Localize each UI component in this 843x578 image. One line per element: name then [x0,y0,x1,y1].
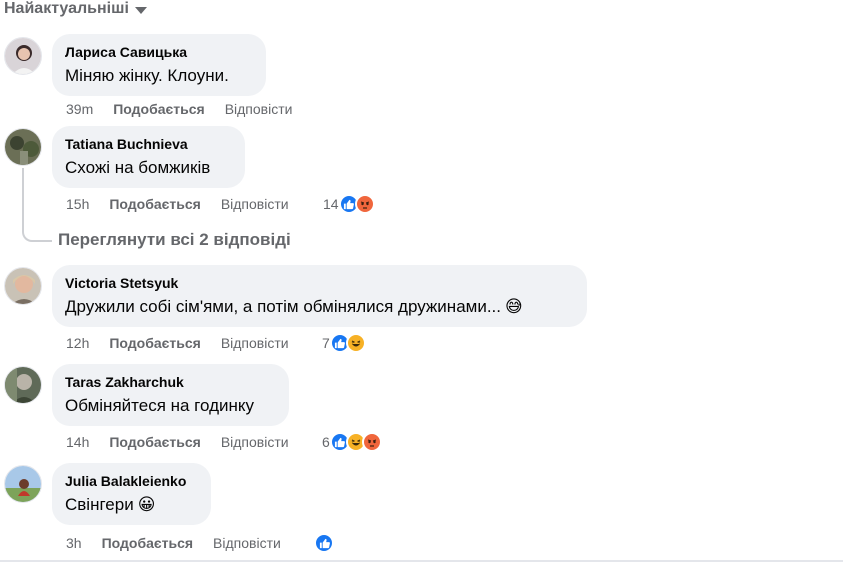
reply-button[interactable]: Відповісти [221,434,289,450]
grinning-sweat-emoji: 😅 [505,297,523,316]
sort-label: Найактуальніші [4,0,129,17]
comment-author[interactable]: Julia Balakleienko [65,472,198,490]
avatar[interactable] [4,465,42,503]
sort-dropdown[interactable]: Найактуальніші [4,0,147,20]
reaction-count: 6 [322,434,330,450]
caret-down-icon [134,6,147,14]
comment-time[interactable]: 14h [66,434,89,450]
like-button[interactable]: Подобається [109,196,200,212]
view-replies-link[interactable]: Переглянути всі 2 відповіді [58,230,291,250]
like-button[interactable]: Подобається [109,434,200,450]
angry-reaction-icon [361,432,382,452]
grinning-emoji: 😀 [137,495,156,514]
angry-reaction-icon [354,194,375,214]
reaction-summary[interactable]: 14 [323,194,375,214]
reaction-summary[interactable] [314,533,334,553]
comment-bubble: Victoria Stetsyuk Дружили собі сім'ями, … [52,265,587,327]
comment-time[interactable]: 12h [66,335,89,351]
like-button[interactable]: Подобається [102,535,193,551]
avatar[interactable] [4,267,42,305]
haha-reaction-icon [345,333,366,353]
comment-time[interactable]: 15h [66,196,89,212]
reply-button[interactable]: Відповісти [213,535,281,551]
reaction-count: 14 [323,196,339,212]
thread-connector [22,228,52,242]
avatar[interactable] [4,366,42,404]
comment-author[interactable]: Tatiana Buchnieva [65,135,232,153]
reaction-summary[interactable]: 7 [322,333,366,353]
comment-author[interactable]: Лариса Савицька [65,43,253,61]
comment-author[interactable]: Taras Zakharchuk [65,373,276,391]
reaction-summary[interactable]: 6 [322,432,382,452]
like-reaction-icon [314,533,334,553]
comment-text: Свінгери [65,495,134,514]
comment-time[interactable]: 39m [66,101,93,117]
comment-text: Схожі на бомжиків [65,158,211,177]
reply-button[interactable]: Відповісти [221,335,289,351]
avatar[interactable] [4,37,42,75]
avatar[interactable] [4,128,42,166]
section-divider [0,560,843,562]
comment-time[interactable]: 3h [66,535,82,551]
like-button[interactable]: Подобається [113,101,204,117]
reply-button[interactable]: Відповісти [225,101,293,117]
comment-bubble: Tatiana Buchnieva Схожі на бомжиків [52,126,245,188]
comment-text: Міняю жінку. Клоуни. [65,66,229,85]
comment-bubble: Julia Balakleienko Свінгери 😀 [52,463,211,525]
thread-line [22,168,24,232]
comment-text: Дружили собі сім'ями, а потім обмінялися… [65,297,501,316]
comment-author[interactable]: Victoria Stetsyuk [65,274,574,292]
comment-bubble: Лариса Савицька Міняю жінку. Клоуни. [52,34,266,96]
comment-text: Обміняйтеся на годинку [65,396,255,415]
reply-button[interactable]: Відповісти [221,196,289,212]
like-button[interactable]: Подобається [109,335,200,351]
comment-bubble: Taras Zakharchuk Обміняйтеся на годинку [52,364,289,426]
reaction-count: 7 [322,335,330,351]
